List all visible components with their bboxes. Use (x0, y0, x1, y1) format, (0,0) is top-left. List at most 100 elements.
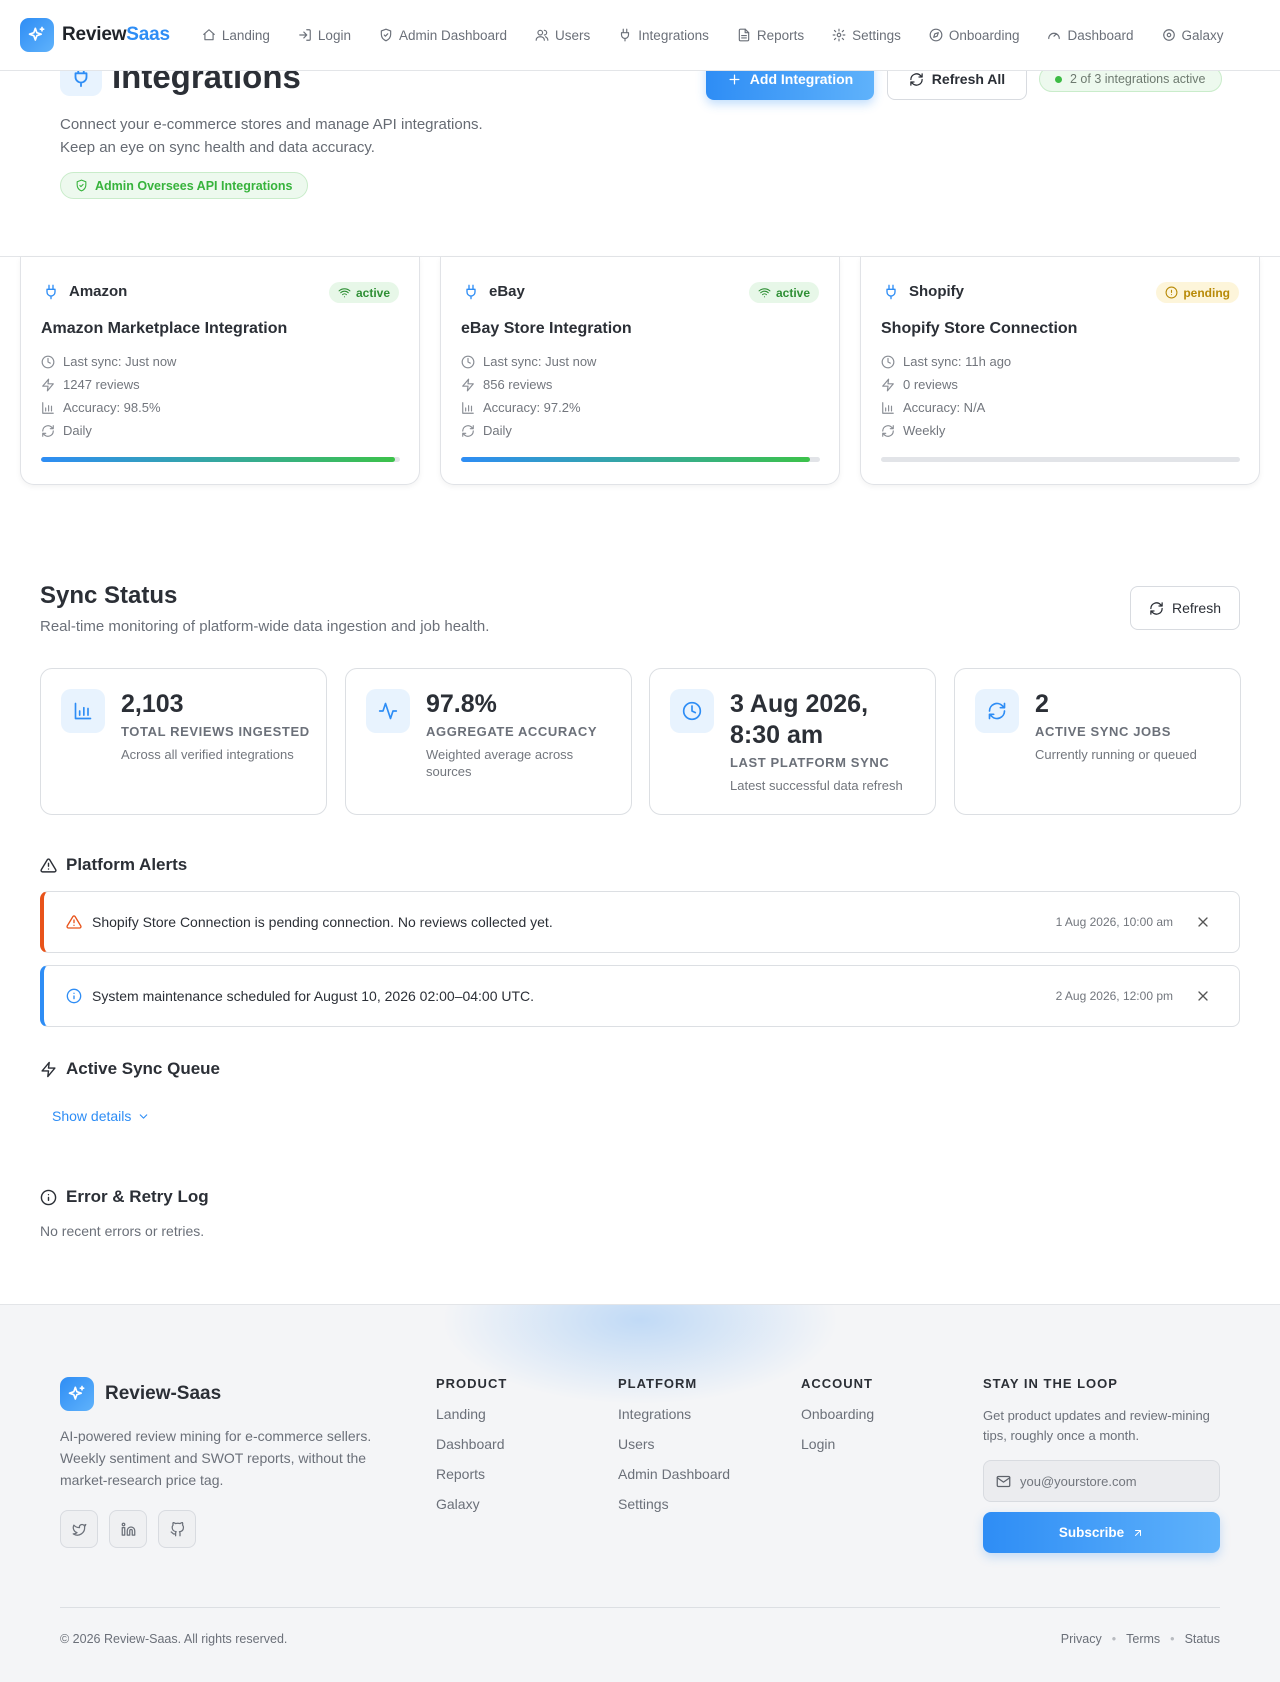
meta-text: Accuracy: N/A (903, 400, 986, 415)
warning-triangle-icon (40, 857, 57, 873)
subscribe-label: Subscribe (1058, 1525, 1125, 1540)
social-links (60, 1510, 196, 1548)
footer-link[interactable]: Dashboard (436, 1436, 507, 1466)
alert-time: 1 Aug 2026, 10:00 am (1055, 915, 1173, 929)
shield-check-icon (76, 179, 87, 192)
footer-col-title: Account (801, 1376, 873, 1391)
status-label: active (775, 285, 810, 300)
wifi-icon (338, 288, 351, 298)
footer-brand-name: Review-Saas (105, 1383, 222, 1404)
plus-icon (729, 74, 740, 84)
footer-link[interactable]: Settings (618, 1496, 730, 1526)
nav-item-landing[interactable]: Landing (188, 28, 284, 43)
bar-chart-icon (61, 689, 105, 733)
platform-name: Amazon (69, 283, 128, 300)
meta-text: Last sync: 11h ago (903, 354, 1012, 369)
status-badge: active (328, 282, 399, 303)
separator: • (1170, 1632, 1175, 1646)
login-icon (299, 29, 311, 41)
stat-value: 97.8% (426, 690, 497, 718)
refresh-all-label: Refresh All (931, 71, 1006, 87)
linkedin-icon[interactable] (109, 1510, 147, 1548)
show-details-toggle[interactable]: Show details (52, 1108, 150, 1124)
show-details-label: Show details (52, 1108, 132, 1124)
alert-message: Shopify Store Connection is pending conn… (92, 914, 553, 930)
meta-text: Daily (483, 423, 512, 438)
brand-logo[interactable]: ReviewSaas (20, 18, 170, 52)
meta-frequency: Daily (461, 423, 596, 438)
meta-text: 0 reviews (903, 377, 958, 392)
meta-text: Daily (63, 423, 92, 438)
legal-link-terms[interactable]: Terms (1126, 1632, 1160, 1646)
platform-card-amazon[interactable]: Amazon active Amazon Marketplace Integra… (20, 257, 420, 485)
status-label: active (355, 285, 390, 300)
refresh-label: Refresh (1171, 600, 1222, 616)
footer-col-account: Account Onboarding Login (801, 1376, 874, 1466)
meta-text: Accuracy: 98.5% (63, 400, 161, 415)
footer-col-product: Product Landing Dashboard Reports Galaxy (436, 1376, 507, 1526)
alert-info: System maintenance scheduled for August … (40, 965, 1240, 1027)
close-icon[interactable] (1195, 988, 1211, 1004)
warning-triangle-icon (66, 915, 82, 929)
nav-item-onboarding[interactable]: Onboarding (915, 28, 1034, 43)
legal-link-status[interactable]: Status (1185, 1632, 1220, 1646)
footer-description: AI-powered review mining for e-commerce … (60, 1428, 372, 1488)
plug-icon (466, 284, 476, 299)
subscribe-button[interactable]: Subscribe (983, 1512, 1220, 1553)
brand-name-b: Saas (126, 24, 170, 45)
nav-item-users[interactable]: Users (521, 28, 604, 43)
bolt-icon (42, 378, 54, 391)
footer-link[interactable]: Reports (436, 1466, 507, 1496)
footer-link[interactable]: Integrations (618, 1406, 730, 1436)
brand-name: ReviewSaas (62, 24, 170, 46)
footer-col-title: Platform (618, 1376, 698, 1391)
footer-link[interactable]: Galaxy (436, 1496, 507, 1526)
alert-time: 2 Aug 2026, 12:00 pm (1055, 989, 1173, 1003)
nav-item-galaxy[interactable]: Galaxy (1148, 28, 1238, 43)
activity-icon (366, 689, 410, 733)
meta-text: Weekly (903, 423, 946, 438)
footer-link[interactable]: Admin Dashboard (618, 1466, 730, 1496)
stat-label: Active Sync Jobs (1035, 724, 1172, 739)
footer-brand[interactable]: Review-Saas (60, 1377, 221, 1411)
email-field[interactable] (983, 1460, 1220, 1502)
platform-alerts-heading: Platform Alerts (40, 855, 187, 875)
sync-status-title: Sync Status (40, 582, 178, 609)
chevron-down-icon (140, 1113, 148, 1119)
nav-item-login[interactable]: Login (284, 28, 365, 43)
heading-label: Active Sync Queue (66, 1059, 221, 1078)
nav-item-reports[interactable]: Reports (723, 28, 818, 43)
footer-link[interactable]: Landing (436, 1406, 507, 1436)
accuracy-progress-fill (461, 457, 810, 462)
nav-item-admin-dashboard[interactable]: Admin Dashboard (365, 28, 521, 43)
legal-link-privacy[interactable]: Privacy (1061, 1632, 1102, 1646)
nav-item-settings[interactable]: Settings (818, 28, 915, 43)
email-input[interactable] (1020, 1473, 1210, 1489)
heading-label: Error & Retry Log (66, 1187, 209, 1206)
meta-text: 856 reviews (483, 377, 553, 392)
footer-link[interactable]: Login (801, 1436, 874, 1466)
stat-label: Last Platform Sync (730, 755, 890, 770)
meta-frequency: Weekly (881, 423, 1011, 438)
nav-item-dashboard[interactable]: Dashboard (1033, 28, 1147, 43)
legal-links: Privacy • Terms • Status (1061, 1632, 1220, 1646)
platform-card-ebay[interactable]: eBay active eBay Store Integration Last … (440, 257, 840, 485)
twitter-icon[interactable] (60, 1510, 98, 1548)
nav-items: Landing Login Admin Dashboard Users Inte… (188, 28, 1238, 43)
close-icon[interactable] (1195, 914, 1211, 930)
accuracy-progress-bar (461, 457, 820, 462)
stat-value: 2 (1035, 690, 1049, 718)
refresh-button[interactable]: Refresh (1130, 586, 1240, 630)
nav-item-integrations[interactable]: Integrations (604, 28, 723, 43)
status-dot (1055, 75, 1062, 83)
add-integration-label: Add Integration (749, 71, 854, 87)
meta-text: Last sync: Just now (63, 354, 177, 369)
platform-card-shopify[interactable]: Shopify pending Shopify Store Connection… (860, 257, 1260, 485)
home-icon (203, 29, 215, 41)
brand-name-a: Review (62, 24, 127, 45)
footer-link[interactable]: Onboarding (801, 1406, 874, 1436)
footer-link[interactable]: Users (618, 1436, 730, 1466)
footer-col-newsletter: Stay in the Loop Get product updates and… (983, 1376, 1223, 1446)
github-icon[interactable] (158, 1510, 196, 1548)
stat-card-last-sync: 3 Aug 2026, 8:30 am Last Platform Sync Lat… (649, 668, 936, 815)
